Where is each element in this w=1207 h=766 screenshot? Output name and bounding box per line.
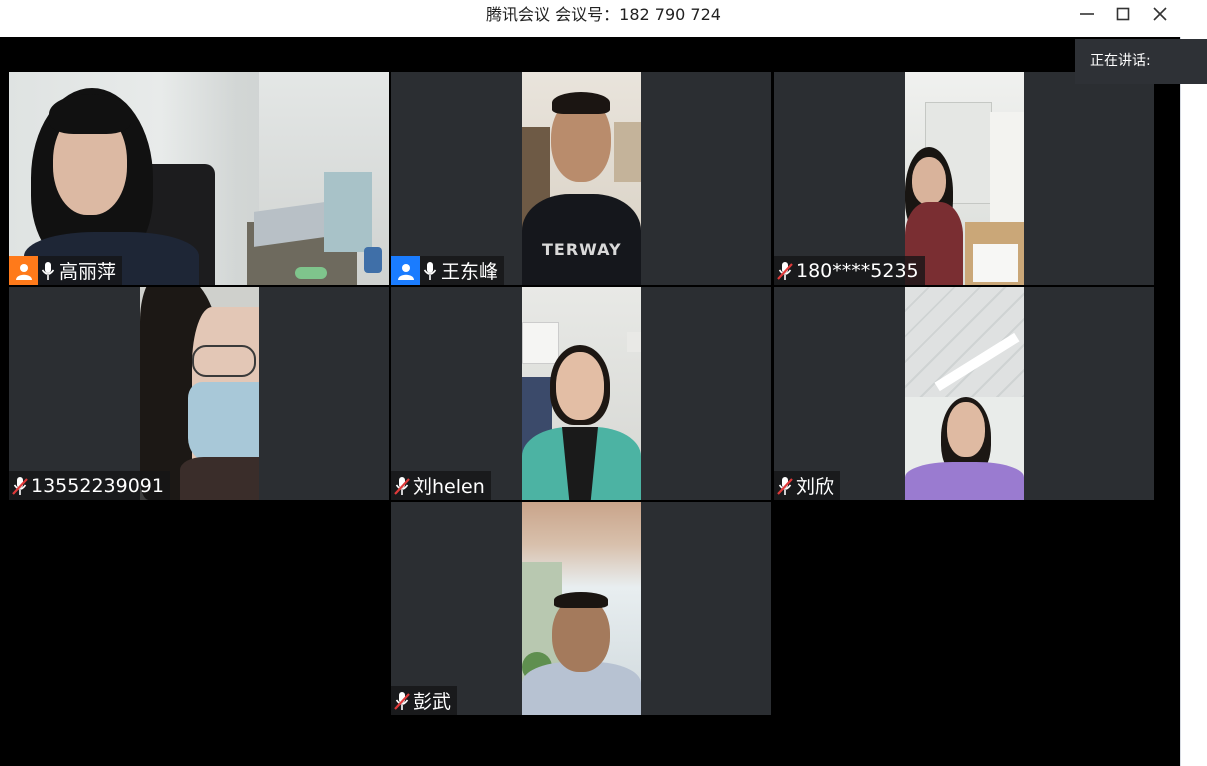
participant-video (522, 287, 641, 500)
microphone-muted-icon (392, 473, 412, 499)
participant-name: 刘helen (413, 476, 485, 498)
participant-tile[interactable]: TERWAY 王东峰 (391, 72, 771, 285)
participant-tile[interactable]: 刘helen (391, 287, 771, 500)
host-avatar-icon (9, 256, 38, 285)
participant-tile[interactable]: 高丽萍 (9, 72, 389, 285)
participant-video: TERWAY (522, 72, 641, 285)
active-speaker-panel: 正在讲话: (1075, 39, 1207, 84)
microphone-muted-icon (392, 688, 412, 714)
participant-name-bar: 彭武 (391, 686, 458, 715)
participant-name-bar: 王东峰 (391, 256, 505, 285)
participant-video (905, 287, 1024, 500)
maximize-icon (1115, 6, 1131, 22)
participant-video (905, 72, 1024, 285)
close-button[interactable] (1142, 2, 1178, 26)
background-window-edge (1180, 37, 1207, 766)
close-icon (1152, 6, 1168, 22)
video-grid: 高丽萍 TERWAY 王东峰 180****5235 13552239091 刘… (0, 37, 1180, 766)
participant-tile[interactable]: 彭武 (391, 502, 771, 715)
minimize-button[interactable] (1069, 2, 1105, 26)
participant-video (9, 72, 389, 285)
participant-tile[interactable]: 刘欣 (774, 287, 1154, 500)
participant-name: 王东峰 (441, 261, 499, 283)
window-titlebar: 腾讯会议 会议号：182 790 724 (0, 0, 1207, 37)
active-speaker-label: 正在讲话: (1090, 53, 1151, 69)
window-title: 腾讯会议 会议号：182 790 724 (486, 5, 721, 24)
maximize-button[interactable] (1105, 2, 1141, 26)
participant-video (522, 502, 641, 715)
participant-name: 刘欣 (796, 476, 835, 498)
participant-name-bar: 180****5235 (774, 256, 925, 285)
participant-name: 180****5235 (796, 259, 919, 282)
participant-tile[interactable]: 13552239091 (9, 287, 389, 500)
microphone-muted-icon (10, 473, 30, 499)
host-avatar-icon (391, 256, 420, 285)
microphone-icon (38, 258, 58, 284)
microphone-muted-icon (775, 258, 795, 284)
microphone-icon (420, 258, 440, 284)
participant-name-bar: 高丽萍 (9, 256, 123, 285)
participant-name: 13552239091 (31, 474, 164, 497)
participant-name-bar: 刘欣 (774, 471, 841, 500)
minimize-icon (1079, 6, 1095, 22)
participant-video (140, 287, 259, 500)
participant-name: 彭武 (413, 691, 452, 713)
participant-name-bar: 刘helen (391, 471, 491, 500)
microphone-muted-icon (775, 473, 795, 499)
participant-name: 高丽萍 (59, 261, 117, 283)
participant-tile[interactable]: 180****5235 (774, 72, 1154, 285)
participant-name-bar: 13552239091 (9, 471, 170, 500)
